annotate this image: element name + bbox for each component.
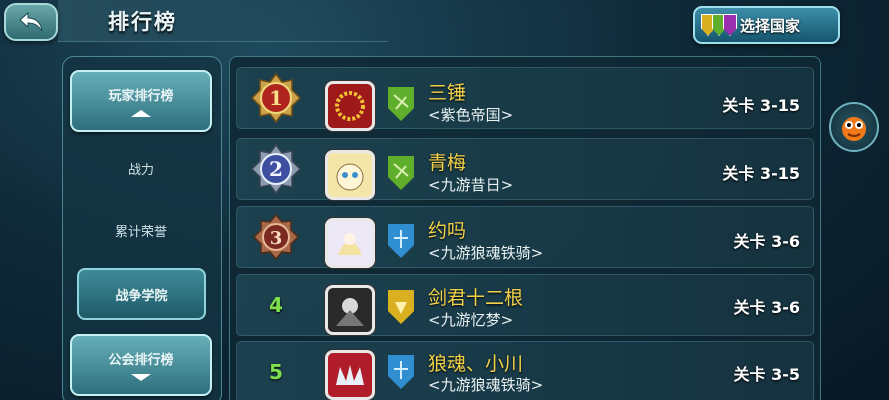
avatar[interactable]	[325, 150, 375, 200]
bronze-medal-icon: 3	[252, 213, 300, 261]
angel-icon	[338, 233, 362, 255]
page-title: 排行榜	[108, 10, 177, 34]
svg-text:2: 2	[269, 157, 283, 181]
necklace-icon	[335, 91, 365, 121]
back-arrow-icon	[19, 11, 43, 32]
cat-face-icon	[336, 163, 364, 191]
pet-button[interactable]	[829, 102, 879, 152]
guild-name: <九游狼魂铁骑>	[428, 376, 544, 394]
player-name: 青梅	[428, 152, 467, 174]
stage-progress: 关卡 3-15	[722, 164, 800, 183]
guild-name: <九游昔日>	[428, 176, 514, 194]
country-flags-icon	[701, 14, 737, 36]
player-name: 约吗	[428, 220, 467, 242]
guild-name: <紫色帝国>	[428, 106, 514, 124]
tab-player-ranking[interactable]: 玩家排行榜	[70, 70, 212, 132]
chevron-up-icon	[131, 110, 151, 117]
gold-medal-icon: 1	[250, 72, 302, 124]
guild-name: <九游狼魂铁骑>	[428, 244, 544, 262]
chevron-down-icon	[131, 374, 151, 381]
sidebar-item-power[interactable]: 战力	[80, 148, 202, 188]
sidebar-item-label: 战争学院	[115, 288, 168, 304]
stage-progress: 关卡 3-15	[722, 96, 800, 115]
warrior-icon	[336, 298, 364, 326]
tab-player-ranking-label: 玩家排行榜	[108, 89, 174, 104]
sidebar-item-war-academy[interactable]: 战争学院	[77, 268, 206, 320]
stage-progress: 关卡 3-6	[733, 298, 800, 317]
player-name: 剑君十二根	[428, 287, 524, 309]
svg-text:1: 1	[269, 86, 283, 110]
back-button[interactable]	[4, 3, 58, 41]
stage-progress: 关卡 3-6	[733, 232, 800, 251]
pet-creature-icon	[842, 117, 866, 141]
player-name: 狼魂、小川	[428, 353, 524, 375]
sidebar-item-label: 战力	[127, 162, 154, 178]
sidebar-item-honor[interactable]: 累计荣誉	[80, 210, 202, 250]
select-country-label: 选择国家	[740, 16, 801, 35]
tab-guild-ranking[interactable]: 公会排行榜	[70, 334, 212, 396]
rank-number: 5	[269, 360, 283, 384]
avatar[interactable]	[325, 350, 375, 400]
stage-progress: 关卡 3-5	[733, 365, 800, 384]
player-name: 三锤	[428, 82, 467, 104]
select-country-button[interactable]: 选择国家	[693, 6, 840, 44]
guild-name: <九游忆梦>	[428, 311, 514, 329]
silver-medal-icon: 2	[250, 143, 302, 195]
svg-text:3: 3	[270, 228, 283, 249]
avatar[interactable]	[325, 81, 375, 131]
sidebar-item-label: 累计荣誉	[114, 224, 167, 240]
avatar[interactable]	[325, 285, 375, 335]
crown-icon	[336, 365, 364, 385]
avatar[interactable]	[325, 218, 375, 268]
tab-guild-ranking-label: 公会排行榜	[108, 353, 174, 368]
rank-number: 4	[269, 293, 283, 317]
